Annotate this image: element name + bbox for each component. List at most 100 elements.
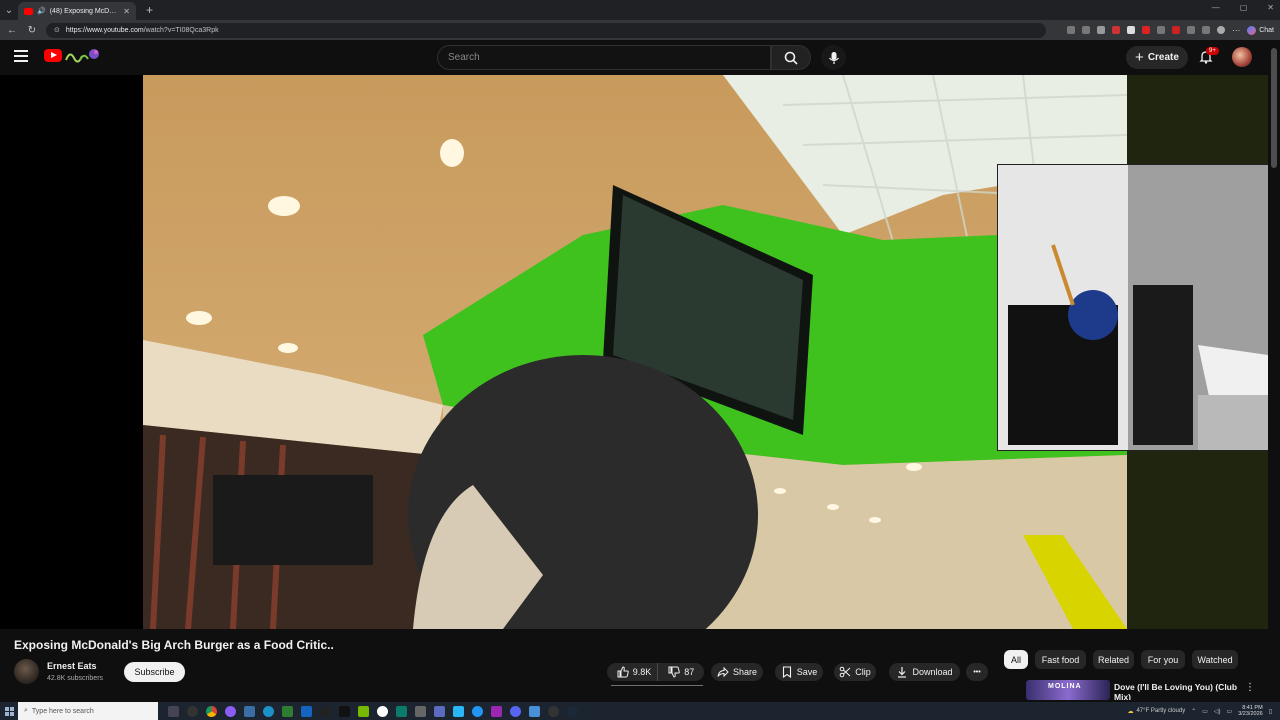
app-icon[interactable] <box>415 705 426 717</box>
recommended-title[interactable]: Dove (I'll Be Loving You) (Club Mix) <box>1114 682 1239 700</box>
channel-avatar[interactable] <box>14 659 39 684</box>
audio-icon[interactable]: 🔊 <box>37 7 46 15</box>
youtube-logo-icon[interactable] <box>44 49 62 62</box>
browser-toolbar: ← ↻ ⊙ https://www.youtube.com/watch?v=TI… <box>0 20 1280 40</box>
app-icon[interactable] <box>339 705 350 717</box>
app-icon[interactable] <box>472 705 483 717</box>
weather-text: 47°F Partly cloudy <box>1136 708 1186 715</box>
video-player[interactable] <box>0 75 1268 629</box>
taskbar-search[interactable]: ⌕ Type here to search <box>18 702 158 720</box>
download-icon <box>898 667 907 678</box>
address-bar[interactable]: ⊙ https://www.youtube.com/watch?v=TI08Qc… <box>46 22 1046 38</box>
taskbar-search-placeholder: Type here to search <box>31 707 94 715</box>
taskbar-clock[interactable]: 8:41 PM 3/23/2026 <box>1238 705 1262 717</box>
scrollbar-thumb[interactable] <box>1271 48 1277 168</box>
video-frame[interactable] <box>143 75 1127 629</box>
tab-list-icon[interactable]: ⌄ <box>0 0 18 20</box>
recommended-thumbnail[interactable]: MOLINA <box>1026 680 1110 700</box>
extension-icons: ⋯ Chat <box>1067 25 1274 35</box>
search-button[interactable] <box>771 45 811 70</box>
recommended-menu-icon[interactable]: ⋮ <box>1245 682 1255 693</box>
weather-widget[interactable]: ☁ 47°F Partly cloudy <box>1127 708 1185 715</box>
video-title: Exposing McDonald's Big Arch Burger as a… <box>14 638 334 652</box>
menu-icon[interactable] <box>14 50 28 62</box>
app-icon[interactable] <box>225 705 236 717</box>
chip-watched[interactable]: Watched <box>1192 650 1238 669</box>
volume-icon[interactable]: ◁) <box>1214 708 1221 715</box>
account-avatar[interactable] <box>1232 47 1252 67</box>
tray-chevron-icon[interactable]: ⌃ <box>1191 708 1196 715</box>
app-icon[interactable] <box>301 705 312 717</box>
video-content-image <box>143 75 1127 629</box>
app-icon[interactable] <box>377 705 388 717</box>
app-icon[interactable] <box>244 705 255 717</box>
edge-icon[interactable] <box>263 705 274 717</box>
extension-icon[interactable] <box>1142 26 1151 34</box>
extensions-puzzle-icon[interactable] <box>1202 26 1211 34</box>
chip-all[interactable]: All <box>1004 650 1028 669</box>
discord-icon[interactable] <box>510 705 521 717</box>
taskbar-search-icon: ⌕ <box>24 707 28 714</box>
task-view-icon[interactable] <box>168 705 179 717</box>
like-ratio-bar <box>611 685 703 686</box>
app-icon[interactable] <box>282 705 293 717</box>
create-button[interactable]: + Create <box>1126 46 1188 69</box>
new-tab-button[interactable]: + <box>146 3 153 17</box>
reload-icon[interactable]: ↻ <box>26 25 38 36</box>
clip-button[interactable]: Clip <box>834 663 876 681</box>
chrome-icon[interactable] <box>206 705 217 717</box>
maximize-icon[interactable]: ▢ <box>1240 3 1248 12</box>
keyboard-icon[interactable]: ▭ <box>1227 708 1233 715</box>
more-actions-button[interactable]: ••• <box>966 663 988 681</box>
extension-icon[interactable] <box>1157 26 1166 34</box>
chip-related[interactable]: Related <box>1093 650 1134 669</box>
profile-icon[interactable] <box>1217 26 1226 34</box>
page-scrollbar[interactable] <box>1268 40 1280 700</box>
dislike-button[interactable]: 87 <box>662 663 700 681</box>
extension-icon[interactable] <box>1067 26 1076 34</box>
app-icon[interactable] <box>491 705 502 717</box>
channel-name[interactable]: Ernest Eats <box>47 661 97 671</box>
chip-for-you[interactable]: For you <box>1141 650 1185 669</box>
save-button[interactable]: Save <box>775 663 823 681</box>
minimize-icon[interactable]: — <box>1212 3 1220 12</box>
webcam-overlay <box>997 164 1268 451</box>
zoom-icon[interactable] <box>1082 26 1091 34</box>
search-input[interactable]: Search <box>437 45 771 70</box>
bookmark-icon <box>782 666 791 678</box>
extension-icon[interactable] <box>1172 26 1181 34</box>
chat-button[interactable]: Chat <box>1247 25 1274 35</box>
like-button[interactable]: 9.8K <box>611 663 659 681</box>
subscribe-button[interactable]: Subscribe <box>124 662 185 682</box>
extension-icon[interactable] <box>1112 26 1121 34</box>
app-icon[interactable] <box>187 705 198 717</box>
start-button[interactable] <box>0 702 18 720</box>
app-icon[interactable] <box>396 705 407 717</box>
browser-menu-icon[interactable]: ⋯ <box>1232 26 1240 35</box>
browser-tab-bar: ⌄ 🔊 (48) Exposing McDonald's Big ✕ + — ▢… <box>0 0 1280 20</box>
extension-icon[interactable] <box>1127 26 1136 34</box>
bookmark-star-icon[interactable] <box>1097 26 1106 34</box>
share-button[interactable]: Share <box>711 663 763 681</box>
back-icon[interactable]: ← <box>6 25 18 36</box>
app-icon[interactable] <box>529 705 540 717</box>
site-info-icon[interactable]: ⊙ <box>54 26 60 34</box>
voice-search-button[interactable] <box>821 45 846 70</box>
chip-fast-food[interactable]: Fast food <box>1035 650 1086 669</box>
tab-title: (48) Exposing McDonald's Big <box>49 7 120 15</box>
download-button[interactable]: Download <box>889 663 960 681</box>
app-icon[interactable] <box>358 705 369 717</box>
tab-close-icon[interactable]: ✕ <box>123 7 130 16</box>
app-icon[interactable] <box>548 705 559 717</box>
steam-icon[interactable] <box>567 705 578 717</box>
browser-tab-active[interactable]: 🔊 (48) Exposing McDonald's Big ✕ <box>18 2 136 20</box>
network-icon[interactable]: ▭ <box>1202 708 1208 715</box>
notification-center-icon[interactable]: ▯ <box>1269 708 1272 715</box>
app-icon[interactable] <box>453 705 464 717</box>
notification-badge: 9+ <box>1206 47 1219 55</box>
extension-icon[interactable] <box>1187 26 1196 34</box>
app-icon[interactable] <box>320 705 331 717</box>
youtube-doodle-logo[interactable] <box>64 48 102 64</box>
app-icon[interactable] <box>434 705 445 717</box>
close-window-icon[interactable]: ✕ <box>1267 3 1274 12</box>
